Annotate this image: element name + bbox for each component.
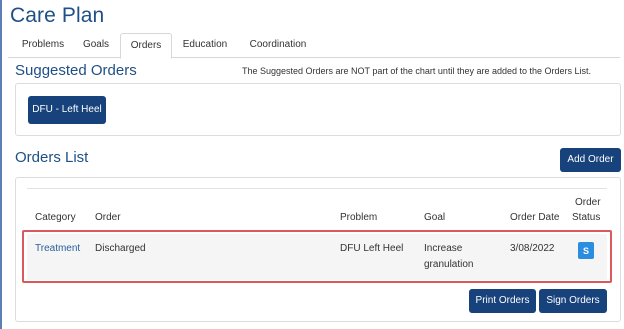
suggested-orders-panel: DFU - Left Heel [15, 83, 621, 136]
tab-bar: Problems Goals Orders Education Coordina… [8, 33, 620, 59]
column-header-goal: Goal [424, 212, 446, 223]
tab-education[interactable]: Education [174, 33, 236, 58]
tab-goals[interactable]: Goals [76, 33, 116, 58]
column-header-order-date: Order Date [510, 212, 560, 223]
suggested-orders-notice: The Suggested Orders are NOT part of the… [242, 66, 592, 76]
tab-coordination[interactable]: Coordination [240, 33, 316, 58]
row-highlight-box [22, 230, 612, 283]
page-title: Care Plan [10, 4, 105, 27]
orders-list-title: Orders List [15, 149, 89, 166]
column-header-category: Category [35, 212, 76, 223]
sign-orders-button[interactable]: Sign Orders [539, 289, 607, 313]
column-header-order-status-line2: Status [572, 212, 601, 223]
table-top-divider [27, 188, 607, 189]
tab-problems[interactable]: Problems [12, 33, 74, 58]
column-header-order-status-line1: Order [575, 197, 601, 208]
column-header-order: Order [95, 212, 121, 223]
left-edge-rule [0, 0, 2, 329]
suggested-order-button[interactable]: DFU - Left Heel [28, 96, 106, 124]
add-order-button[interactable]: Add Order [560, 148, 621, 172]
column-header-problem: Problem [340, 212, 378, 223]
print-orders-button[interactable]: Print Orders [469, 289, 536, 313]
tab-orders[interactable]: Orders [120, 33, 172, 59]
suggested-orders-title: Suggested Orders [15, 62, 137, 79]
